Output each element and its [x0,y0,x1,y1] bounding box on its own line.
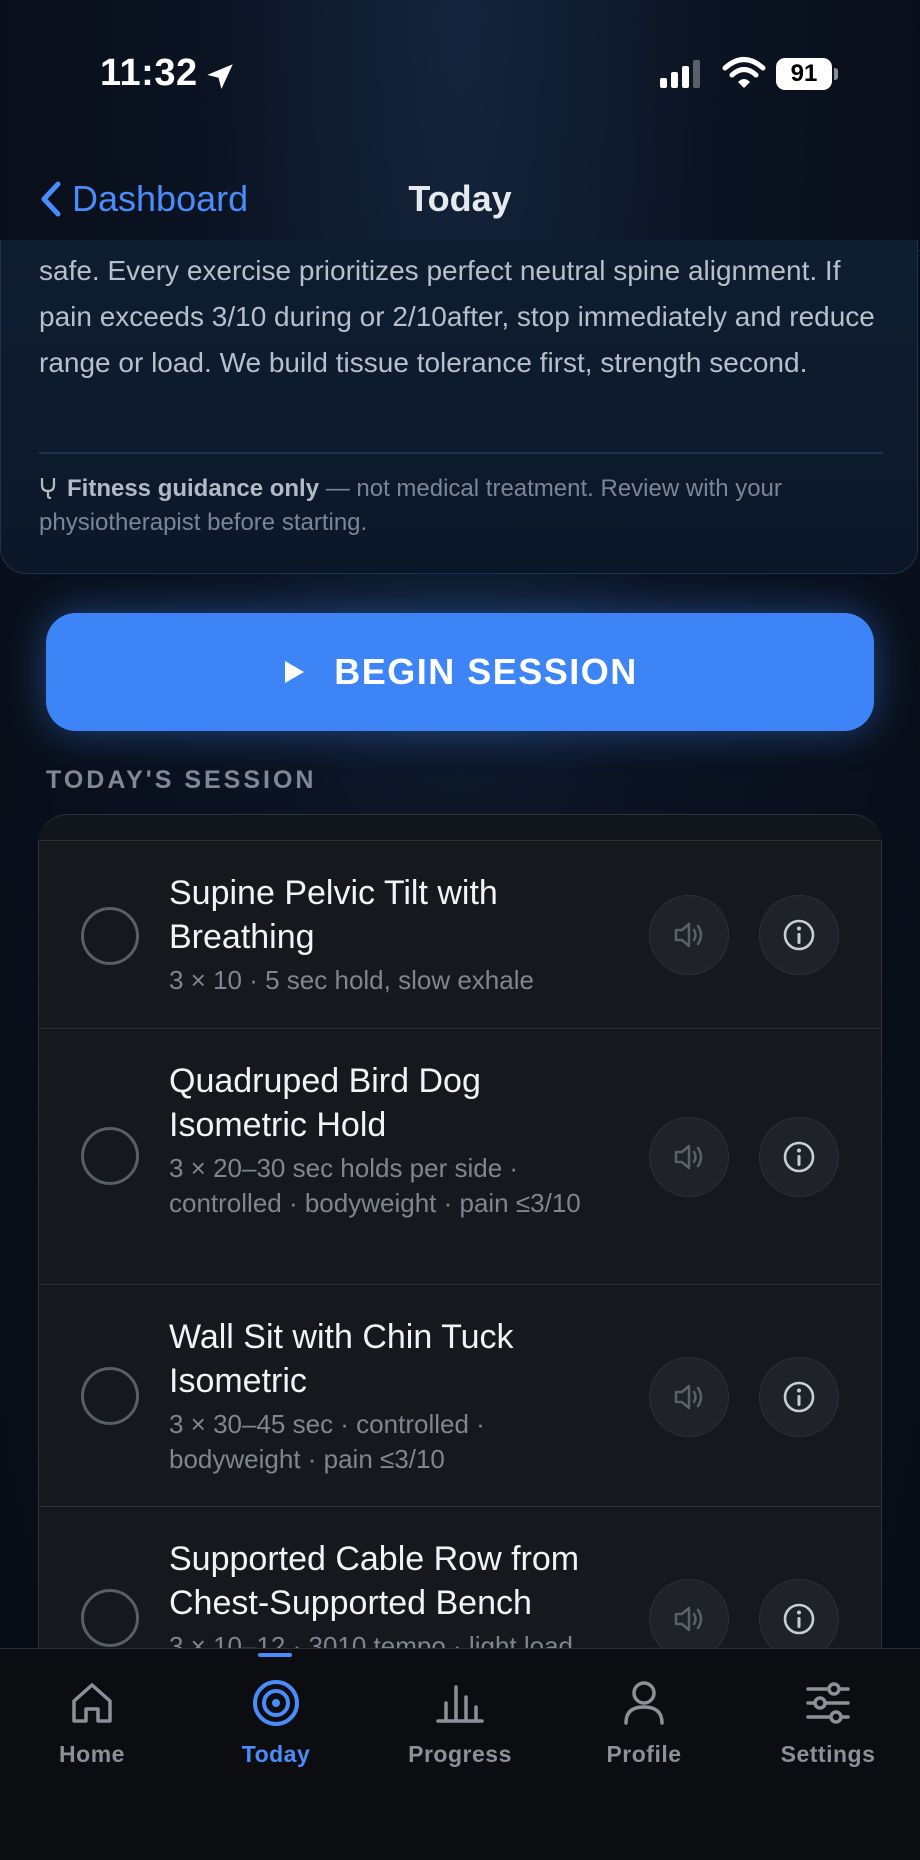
status-time: 11:32 [100,52,198,94]
info-button[interactable] [759,1357,839,1437]
tab-home[interactable]: Home [0,1677,184,1787]
section-heading: TODAY'S SESSION [46,766,317,794]
audio-button[interactable] [649,1357,729,1437]
completion-checkbox[interactable] [81,1367,139,1425]
info-button[interactable] [759,1117,839,1197]
completion-checkbox[interactable] [81,1589,139,1647]
exercise-row[interactable]: Supine Pelvic Tilt with Breathing 3 × 10… [38,840,882,1030]
info-button[interactable] [759,1579,839,1648]
home-icon [72,1683,112,1723]
info-icon [783,1603,815,1635]
begin-session-label: BEGIN SESSION [334,651,638,692]
exercise-detail: 3 × 30–45 sec · controlled · bodyweight … [169,1409,485,1474]
info-icon [783,919,815,951]
tab-label: Settings [780,1741,876,1767]
medical-disclaimer: Fitness guidance only — not medical trea… [39,472,889,540]
cellular-signal-icon [660,60,700,88]
disclaimer-bold: Fitness guidance only [67,475,320,502]
location-arrow-icon [207,64,233,90]
safety-info-text: safe. Every exercise prioritizes perfect… [39,255,875,378]
tab-bar: Home Today Progress Profile Settings [0,1648,920,1860]
completion-checkbox[interactable] [81,1127,139,1185]
navigation-bar: Dashboard Today [0,150,920,251]
exercise-title: Wall Sit with Chin Tuck Isometric [169,1318,514,1400]
stethoscope-icon [40,478,56,500]
person-icon [624,1681,664,1725]
sliders-icon [806,1682,850,1724]
target-icon [253,1680,299,1726]
safety-info-card: safe. Every exercise prioritizes perfect… [0,240,918,574]
exercise-row[interactable]: Wall Sit with Chin Tuck Isometric 3 × 30… [38,1284,882,1508]
divider [39,452,883,454]
exercise-list: Supine Pelvic Tilt with Breathing 3 × 10… [38,840,882,1648]
exercise-detail: 3 × 10–12 · 3010 tempo · light load [169,1631,574,1648]
speaker-icon [674,1384,703,1410]
bar-chart-icon [436,1685,484,1723]
play-icon [285,661,305,683]
exercise-title: Supine Pelvic Tilt with Breathing [169,874,498,956]
battery-level: 91 [776,58,832,90]
info-icon [783,1381,815,1413]
audio-button[interactable] [649,1117,729,1197]
begin-session-button[interactable]: BEGIN SESSION [46,613,874,731]
speaker-icon [674,1144,703,1170]
tab-profile[interactable]: Profile [552,1677,736,1787]
exercise-detail: 3 × 10 · 5 sec hold, slow exhale [169,965,534,995]
status-bar: 11:32 91 [0,0,920,150]
tab-label: Profile [606,1741,682,1767]
tab-label: Home [59,1741,125,1767]
battery-tip [834,68,838,80]
tab-progress[interactable]: Progress [368,1677,552,1787]
battery-indicator: 91 [776,58,838,90]
audio-button[interactable] [649,895,729,975]
audio-button[interactable] [649,1579,729,1648]
tab-today[interactable]: Today [184,1677,368,1787]
exercise-row[interactable]: Supported Cable Row from Chest-Supported… [38,1506,882,1648]
wifi-icon [722,57,766,88]
info-button[interactable] [759,895,839,975]
speaker-icon [674,1606,703,1632]
info-icon [783,1141,815,1173]
tab-settings[interactable]: Settings [736,1677,920,1787]
exercise-detail: 3 × 20–30 sec holds per side · controlle… [169,1153,581,1218]
active-tab-indicator [258,1653,292,1657]
exercise-title: Supported Cable Row from Chest-Supported… [169,1540,580,1622]
tab-label: Today [241,1741,311,1767]
speaker-icon [674,922,703,948]
exercise-title: Quadruped Bird Dog Isometric Hold [169,1062,481,1144]
exercise-row[interactable]: Quadruped Bird Dog Isometric Hold 3 × 20… [38,1028,882,1286]
page-title: Today [408,178,512,219]
tab-label: Progress [408,1741,512,1767]
completion-checkbox[interactable] [81,907,139,965]
